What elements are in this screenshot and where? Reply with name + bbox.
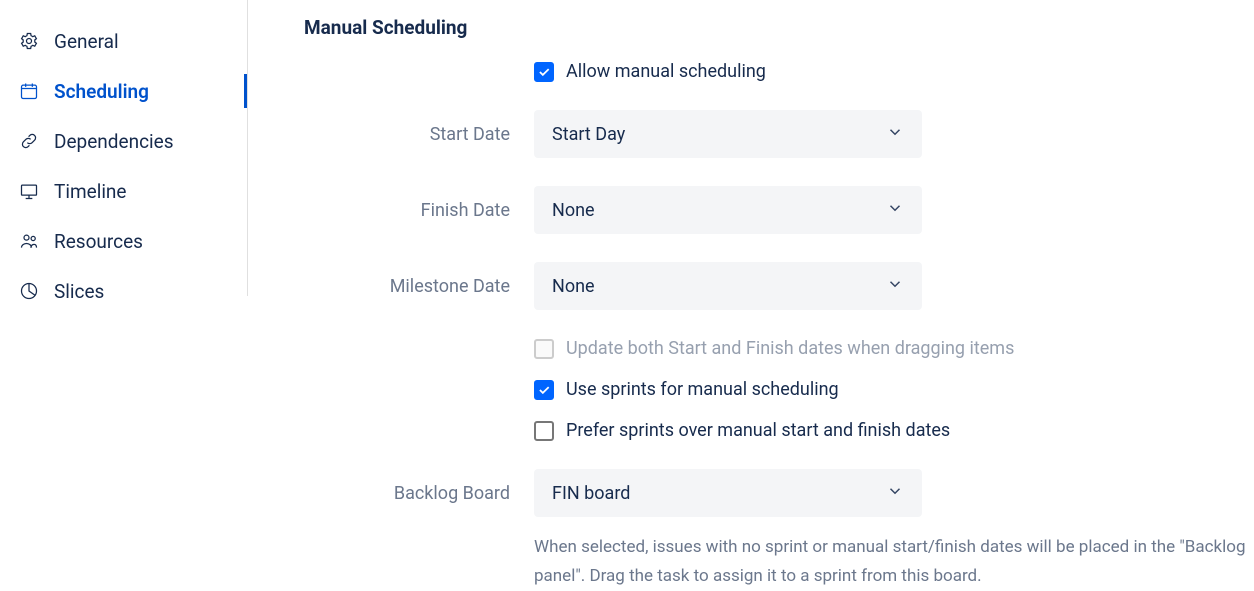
calendar-icon — [18, 80, 40, 102]
sidebar-item-label: Dependencies — [54, 130, 174, 153]
pie-icon — [18, 280, 40, 302]
sidebar-item-label: General — [54, 30, 119, 53]
main-content: Manual Scheduling Allow manual schedulin… — [248, 0, 1254, 580]
sidebar-item-label: Timeline — [54, 180, 127, 203]
sidebar-item-label: Resources — [54, 230, 143, 253]
milestone-date-label: Milestone Date — [304, 276, 534, 297]
sidebar-item-slices[interactable]: Slices — [18, 266, 247, 316]
milestone-date-select[interactable]: None — [534, 262, 922, 310]
backlog-board-label: Backlog Board — [304, 483, 534, 504]
finish-date-label: Finish Date — [304, 200, 534, 221]
chevron-down-icon — [886, 123, 904, 146]
update-both-checkbox — [534, 339, 554, 359]
sidebar-item-label: Slices — [54, 280, 104, 303]
link-icon — [18, 130, 40, 152]
select-value: Start Day — [552, 124, 625, 145]
sidebar-item-label: Scheduling — [54, 80, 149, 103]
gear-icon — [18, 30, 40, 52]
sidebar-item-dependencies[interactable]: Dependencies — [18, 116, 247, 166]
prefer-sprints-checkbox[interactable] — [534, 421, 554, 441]
backlog-board-select[interactable]: FIN board — [534, 469, 922, 517]
chevron-down-icon — [886, 275, 904, 298]
use-sprints-label[interactable]: Use sprints for manual scheduling — [566, 379, 839, 400]
sidebar-item-scheduling[interactable]: Scheduling — [18, 66, 247, 116]
start-date-label: Start Date — [304, 124, 534, 145]
sidebar: General Scheduling Dependencies Timeline… — [0, 0, 248, 296]
chevron-down-icon — [886, 482, 904, 505]
section-title: Manual Scheduling — [304, 16, 1254, 39]
sidebar-item-general[interactable]: General — [18, 16, 247, 66]
allow-manual-checkbox[interactable] — [534, 62, 554, 82]
use-sprints-checkbox[interactable] — [534, 380, 554, 400]
select-value: FIN board — [552, 483, 630, 504]
sidebar-item-timeline[interactable]: Timeline — [18, 166, 247, 216]
finish-date-select[interactable]: None — [534, 186, 922, 234]
users-icon — [18, 230, 40, 252]
select-value: None — [552, 200, 595, 221]
chevron-down-icon — [886, 199, 904, 222]
update-both-label: Update both Start and Finish dates when … — [566, 338, 1014, 359]
backlog-help-text: When selected, issues with no sprint or … — [534, 533, 1254, 591]
allow-manual-label[interactable]: Allow manual scheduling — [566, 61, 766, 82]
prefer-sprints-label[interactable]: Prefer sprints over manual start and fin… — [566, 420, 950, 441]
select-value: None — [552, 276, 595, 297]
timeline-icon — [18, 180, 40, 202]
sidebar-item-resources[interactable]: Resources — [18, 216, 247, 266]
start-date-select[interactable]: Start Day — [534, 110, 922, 158]
